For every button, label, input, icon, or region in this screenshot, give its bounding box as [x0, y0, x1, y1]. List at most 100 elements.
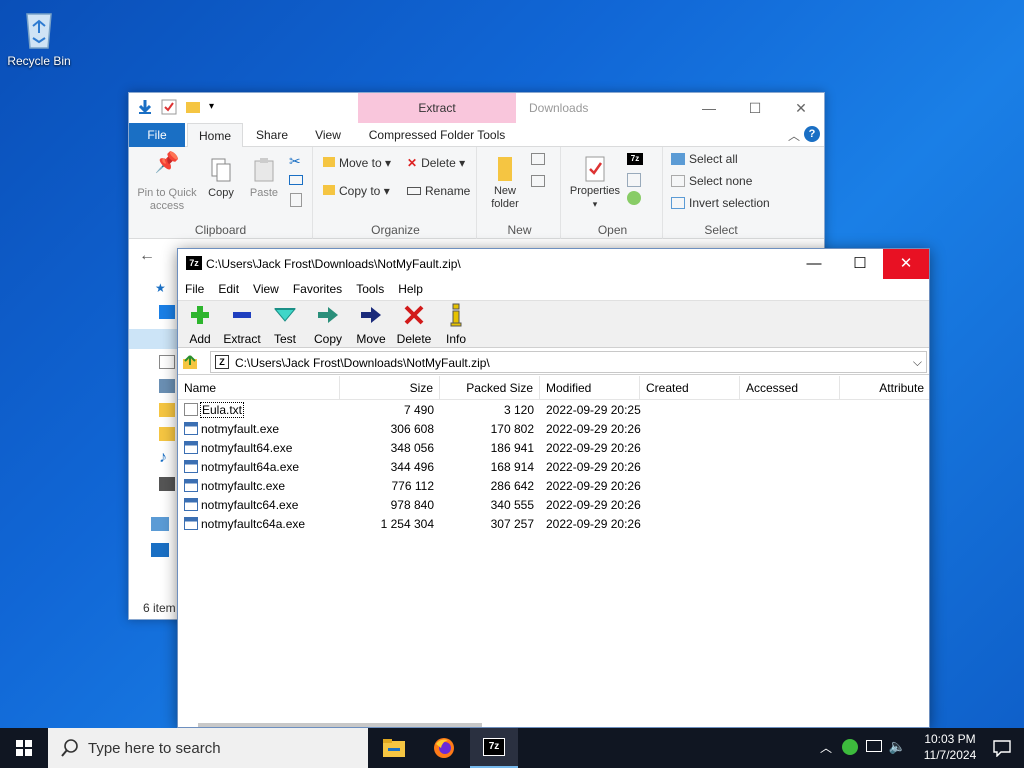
taskbar-7zip[interactable]: 7z [470, 728, 518, 768]
column-attributes[interactable]: Attribute [840, 376, 930, 400]
pin-quick-access-button[interactable]: 📌 Pin to Quick access [135, 153, 199, 213]
address-input[interactable]: Z C:\Users\Jack Frost\Downloads\NotMyFau… [210, 351, 927, 373]
menu-file[interactable]: File [178, 279, 211, 299]
folder-nav-icon[interactable] [159, 403, 175, 417]
chevron-down-icon[interactable]: ⌵ [913, 355, 922, 370]
column-modified[interactable]: Modified [540, 376, 640, 400]
new-folder-icon[interactable] [185, 99, 201, 115]
test-button[interactable]: Test [263, 303, 307, 346]
select-all-button[interactable]: Select all [671, 153, 738, 166]
menu-favorites[interactable]: Favorites [286, 279, 349, 299]
menu-tools[interactable]: Tools [349, 279, 391, 299]
copy-button[interactable]: Copy [306, 303, 350, 346]
delete-button[interactable]: ✕ Delete ▾ [407, 157, 465, 170]
select-none-button[interactable]: Select none [671, 175, 752, 188]
tab-file[interactable]: File [129, 123, 185, 147]
cut-icon[interactable]: ✂ [289, 153, 301, 170]
folder-nav-icon-2[interactable] [159, 427, 175, 441]
desktop-nav-icon[interactable] [159, 305, 175, 319]
menu-view[interactable]: View [246, 279, 286, 299]
rename-button[interactable]: Rename [407, 185, 470, 198]
tab-compressed-folder-tools[interactable]: Compressed Folder Tools [359, 123, 515, 147]
menu-help[interactable]: Help [391, 279, 430, 299]
maximize-icon[interactable]: ☐ [732, 93, 778, 123]
taskbar-firefox[interactable] [420, 728, 468, 768]
back-arrow-icon[interactable]: ← [139, 247, 155, 265]
move-button[interactable]: Move [349, 303, 393, 346]
column-size[interactable]: Size [340, 376, 440, 400]
explorer-window-controls: — ☐ ✕ [686, 93, 824, 123]
properties-button[interactable]: Properties ▾ [565, 155, 625, 211]
info-button[interactable]: Info [434, 303, 478, 346]
add-button[interactable]: Add [178, 303, 222, 346]
copy-path-icon[interactable] [289, 175, 303, 185]
explorer-title-bar[interactable]: ▾ Extract Downloads — ☐ ✕ [129, 93, 824, 123]
chevron-up-icon[interactable]: ︿ [820, 739, 832, 756]
start-button[interactable] [0, 728, 48, 768]
file-row[interactable]: Eula.txt 7 490 3 120 2022-09-29 20:25 [178, 401, 929, 420]
file-name: notmyfault.exe [201, 422, 280, 436]
copy-to-button[interactable]: Copy to ▾ [323, 185, 390, 198]
paste-shortcut-icon[interactable] [290, 193, 302, 207]
menu-edit[interactable]: Edit [211, 279, 246, 299]
maximize-icon[interactable]: ☐ [837, 249, 883, 279]
column-created[interactable]: Created [640, 376, 740, 400]
user-status-icon[interactable] [842, 739, 858, 755]
properties-check-icon[interactable] [161, 99, 177, 115]
extract-button[interactable]: Extract [220, 303, 264, 346]
quick-access-star-icon[interactable]: ★ [155, 281, 171, 295]
new-folder-button[interactable]: New folder [483, 155, 527, 211]
taskbar-search[interactable]: Type here to search [48, 728, 368, 768]
paste-button[interactable]: Paste [247, 157, 281, 200]
network-nav-icon[interactable] [151, 543, 169, 557]
file-row[interactable]: notmyfault64a.exe 344 496 168 914 2022-0… [178, 458, 929, 477]
column-packed-size[interactable]: Packed Size [440, 376, 540, 400]
download-arrow-icon[interactable] [137, 99, 153, 115]
close-icon[interactable]: ✕ [883, 249, 929, 279]
file-row[interactable]: notmyfaultc64a.exe 1 254 304 307 257 202… [178, 515, 929, 534]
minimize-icon[interactable]: — [791, 249, 837, 279]
close-icon[interactable]: ✕ [778, 93, 824, 123]
volume-icon[interactable]: 🔈 [889, 738, 906, 755]
tab-home[interactable]: Home [187, 123, 243, 147]
file-row[interactable]: notmyfaultc64.exe 978 840 340 555 2022-0… [178, 496, 929, 515]
exe-file-icon [184, 498, 198, 511]
select-all-icon [671, 153, 685, 165]
network-icon[interactable] [866, 740, 882, 752]
pictures-nav-icon[interactable] [159, 379, 175, 393]
copy-button[interactable]: Copy [203, 157, 239, 200]
easy-access-icon[interactable] [531, 175, 545, 187]
new-item-icon[interactable] [531, 153, 545, 165]
tab-view[interactable]: View [301, 123, 355, 147]
horizontal-scrollbar[interactable] [198, 723, 482, 727]
delete-button[interactable]: Delete [392, 303, 436, 346]
notifications-button[interactable] [980, 728, 1024, 768]
this-pc-nav-icon[interactable] [151, 517, 169, 531]
7zip-window[interactable]: 7z C:\Users\Jack Frost\Downloads\NotMyFa… [177, 248, 930, 728]
tab-share[interactable]: Share [247, 123, 297, 147]
7z-open-icon[interactable]: 7z [627, 153, 643, 165]
invert-selection-button[interactable]: Invert selection [671, 197, 770, 210]
edit-icon[interactable] [627, 173, 641, 187]
file-row[interactable]: notmyfault.exe 306 608 170 802 2022-09-2… [178, 420, 929, 439]
taskbar-file-explorer[interactable] [370, 728, 418, 768]
column-accessed[interactable]: Accessed [740, 376, 840, 400]
file-row[interactable]: notmyfault64.exe 348 056 186 941 2022-09… [178, 439, 929, 458]
documents-nav-icon[interactable] [159, 355, 175, 369]
up-folder-icon[interactable] [182, 354, 198, 370]
move-to-button[interactable]: Move to ▾ [323, 157, 391, 170]
minimize-icon[interactable]: — [686, 93, 732, 123]
column-name[interactable]: Name [178, 376, 340, 400]
extract-context-tab[interactable]: Extract [358, 93, 516, 123]
help-icon[interactable]: ? [804, 126, 820, 142]
7zip-title-bar[interactable]: 7z C:\Users\Jack Frost\Downloads\NotMyFa… [178, 249, 929, 279]
customize-qat-icon[interactable]: ▾ [209, 99, 219, 115]
downloads-nav-icon[interactable] [129, 329, 177, 349]
videos-nav-icon[interactable] [159, 477, 175, 491]
recycle-bin[interactable]: Recycle Bin [4, 6, 74, 68]
music-nav-icon[interactable]: ♪ [159, 449, 175, 466]
clock[interactable]: 10:03 PM 11/7/2024 [920, 731, 980, 763]
history-icon[interactable] [627, 191, 641, 205]
ribbon-collapse-icon[interactable]: ︿ [788, 127, 800, 144]
file-row[interactable]: notmyfaultc.exe 776 112 286 642 2022-09-… [178, 477, 929, 496]
